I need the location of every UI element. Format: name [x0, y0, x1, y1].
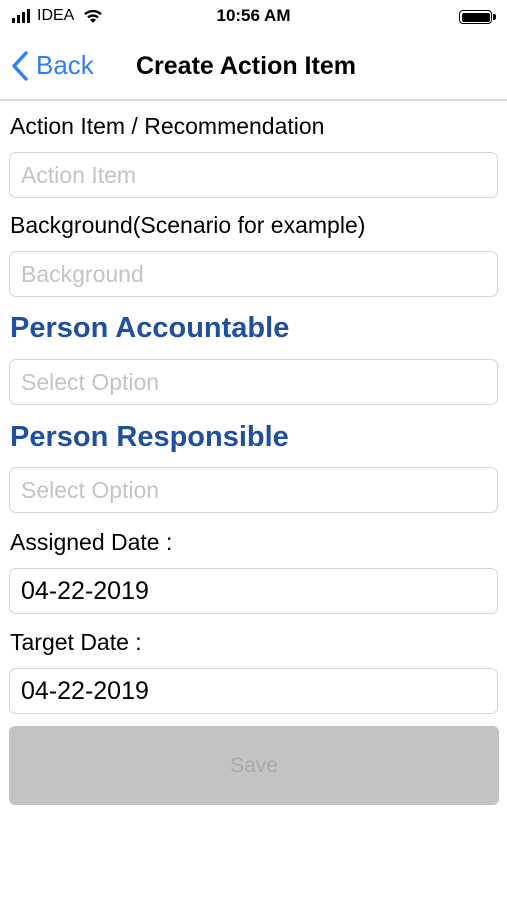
person-responsible-select[interactable]: Select Option — [9, 467, 498, 513]
save-button[interactable]: Save — [9, 726, 499, 805]
person-responsible-placeholder: Select Option — [21, 477, 160, 503]
background-input[interactable] — [10, 252, 497, 296]
target-date-field[interactable]: 04-22-2019 — [9, 668, 498, 714]
back-label: Back — [36, 50, 94, 80]
page-title: Create Action Item — [136, 52, 356, 80]
target-date-label: Target Date : — [10, 629, 142, 655]
assigned-date-label: Assigned Date : — [10, 529, 173, 555]
status-time: 10:56 AM — [216, 6, 291, 25]
status-bar: IDEA 10:56 AM — [0, 0, 507, 34]
assigned-date-field[interactable]: 04-22-2019 — [9, 568, 498, 614]
person-responsible-heading: Person Responsible — [10, 421, 289, 453]
person-accountable-placeholder: Select Option — [21, 369, 160, 395]
assigned-date-value: 04-22-2019 — [21, 577, 149, 605]
person-accountable-select[interactable]: Select Option — [9, 359, 498, 405]
save-button-label: Save — [230, 753, 278, 777]
action-item-label: Action Item / Recommendation — [10, 113, 325, 139]
create-action-item-screen: IDEA 10:56 AM Back Create Action Item Ac… — [0, 0, 507, 900]
action-item-input[interactable] — [10, 153, 497, 197]
back-button[interactable]: Back — [12, 50, 94, 81]
chevron-left-icon — [12, 50, 28, 81]
person-accountable-heading: Person Accountable — [10, 312, 290, 344]
target-date-value: 04-22-2019 — [21, 677, 149, 705]
background-field[interactable] — [9, 251, 498, 297]
background-label: Background(Scenario for example) — [10, 212, 366, 238]
navigation-bar: Back Create Action Item — [0, 34, 507, 101]
action-item-field[interactable] — [9, 152, 498, 198]
battery-icon — [459, 10, 497, 26]
